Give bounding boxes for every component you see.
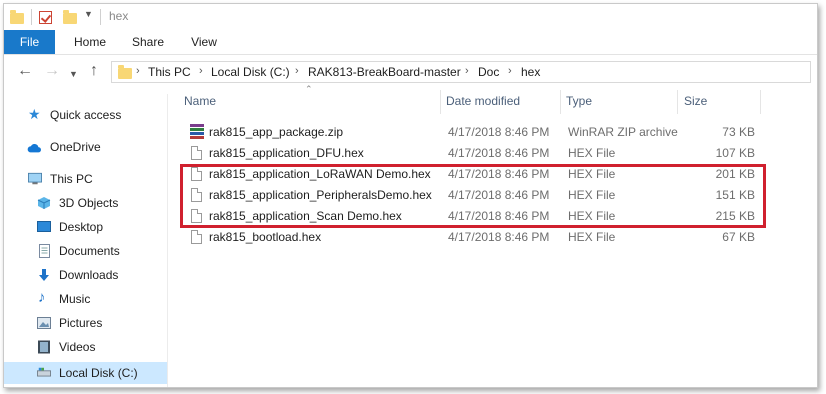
new-folder-icon[interactable] [63, 10, 77, 24]
ribbon-tabs: File Home Share View [4, 30, 817, 55]
folder-icon [10, 10, 24, 24]
tab-home[interactable]: Home [66, 30, 114, 54]
file-row[interactable]: rak815_bootload.hex 4/17/2018 8:46 PM HE… [174, 227, 814, 248]
customize-toolbar-icon[interactable]: ▼ [84, 9, 93, 19]
nav-item-local-disk[interactable]: Local Disk (C:) [4, 362, 167, 384]
file-list: ⌃ Name Date modified Type Size rak815_ap… [174, 84, 814, 386]
nav-item-pictures[interactable]: Pictures [4, 312, 167, 334]
nav-item-label: Desktop [59, 220, 104, 234]
nav-item-label: Pictures [59, 316, 103, 330]
star-icon: ★ [28, 106, 41, 122]
nav-item-3d-objects[interactable]: 3D Objects [4, 192, 167, 214]
folder-icon [118, 65, 132, 79]
column-divider[interactable] [677, 90, 678, 114]
download-icon [39, 269, 49, 281]
file-type: WinRAR ZIP archive [568, 125, 678, 139]
documents-icon [39, 244, 50, 258]
column-divider[interactable] [440, 90, 441, 114]
nav-item-desktop[interactable]: Desktop [4, 216, 167, 238]
nav-item-label: Music [59, 292, 91, 306]
nav-item-label: Downloads [59, 268, 119, 282]
chevron-right-icon[interactable]: › [508, 65, 512, 77]
file-date: 4/17/2018 8:46 PM [448, 146, 550, 160]
file-date: 4/17/2018 8:46 PM [448, 125, 550, 139]
nav-item-label: This PC [50, 172, 93, 186]
file-icon [191, 146, 202, 160]
navigation-pane: ★ Quick access OneDrive This PC 3D Objec… [4, 94, 168, 387]
forward-arrow-icon[interactable]: → [44, 63, 60, 79]
tab-file[interactable]: File [4, 30, 55, 54]
computer-icon [28, 172, 42, 185]
videos-icon [38, 340, 50, 354]
file-type: HEX File [568, 230, 616, 244]
file-icon [191, 230, 202, 244]
winrar-zip-icon [190, 124, 204, 140]
nav-item-quick-access[interactable]: ★ Quick access [4, 104, 167, 126]
chevron-right-icon[interactable]: › [199, 65, 203, 77]
breadcrumb-rak813[interactable]: RAK813-BreakBoard-master [308, 65, 461, 79]
column-divider[interactable] [760, 90, 761, 114]
highlight-box [180, 164, 766, 228]
breadcrumb-local-disk[interactable]: Local Disk (C:) [211, 65, 290, 79]
tab-view[interactable]: View [182, 30, 226, 54]
file-name: rak815_bootload.hex [209, 230, 322, 244]
desktop-icon [37, 221, 51, 232]
column-header-size[interactable]: Size [684, 86, 707, 116]
nav-item-label: Quick access [50, 108, 122, 122]
chevron-right-icon[interactable]: › [295, 65, 299, 77]
file-name: rak815_application_DFU.hex [209, 146, 364, 160]
file-date: 4/17/2018 8:46 PM [448, 230, 550, 244]
file-row[interactable]: rak815_application_DFU.hex 4/17/2018 8:4… [174, 143, 814, 164]
file-row[interactable]: rak815_app_package.zip 4/17/2018 8:46 PM… [174, 122, 814, 143]
music-icon: ♪ [38, 289, 46, 306]
back-arrow-icon[interactable]: ← [17, 63, 33, 79]
nav-item-label: Videos [59, 340, 96, 354]
nav-item-this-pc[interactable]: This PC [4, 168, 167, 190]
chevron-right-icon[interactable]: › [465, 65, 469, 77]
nav-item-label: OneDrive [50, 140, 101, 154]
window-title: hex [109, 9, 129, 23]
file-size: 67 KB [722, 230, 755, 244]
nav-item-label: 3D Objects [59, 196, 119, 210]
up-arrow-icon[interactable]: ↑ [90, 63, 98, 79]
column-divider[interactable] [560, 90, 561, 114]
recent-locations-icon[interactable]: ▼ [69, 66, 78, 82]
nav-item-documents[interactable]: Documents [4, 240, 167, 262]
sort-ascending-icon: ⌃ [305, 84, 313, 94]
breadcrumb-hex[interactable]: hex [521, 65, 540, 79]
divider [31, 9, 32, 25]
divider [100, 9, 101, 25]
nav-item-label: Documents [59, 244, 120, 258]
file-name: rak815_app_package.zip [209, 125, 344, 139]
title-bar: ▼ hex [4, 4, 817, 30]
nav-item-downloads[interactable]: Downloads [4, 264, 167, 286]
breadcrumb-this-pc[interactable]: This PC [148, 65, 191, 79]
chevron-right-icon[interactable]: › [136, 65, 140, 77]
address-row: ← → ▼ ↑ › This PC › Local Disk (C:) › RA… [4, 55, 817, 89]
drive-icon [37, 367, 51, 377]
column-header-date-modified[interactable]: Date modified [446, 86, 520, 116]
file-explorer-window: ▼ hex File Home Share View ← → ▼ ↑ › Thi… [3, 3, 818, 388]
nav-item-label: Local Disk (C:) [59, 366, 138, 380]
nav-item-music[interactable]: ♪ Music [4, 288, 167, 310]
tab-share[interactable]: Share [126, 30, 170, 54]
cloud-icon [27, 143, 41, 153]
file-type: HEX File [568, 146, 616, 160]
pictures-icon [37, 317, 51, 329]
cube-icon [37, 197, 51, 209]
column-header-type[interactable]: Type [566, 86, 592, 116]
address-bar[interactable]: › This PC › Local Disk (C:) › RAK813-Bre… [111, 61, 811, 83]
breadcrumb-doc[interactable]: Doc [478, 65, 499, 79]
nav-item-onedrive[interactable]: OneDrive [4, 136, 167, 158]
properties-icon[interactable] [39, 11, 52, 24]
nav-item-videos[interactable]: Videos [4, 336, 167, 358]
file-size: 107 KB [715, 146, 755, 160]
file-size: 73 KB [722, 125, 755, 139]
column-header-name[interactable]: Name [184, 86, 216, 116]
